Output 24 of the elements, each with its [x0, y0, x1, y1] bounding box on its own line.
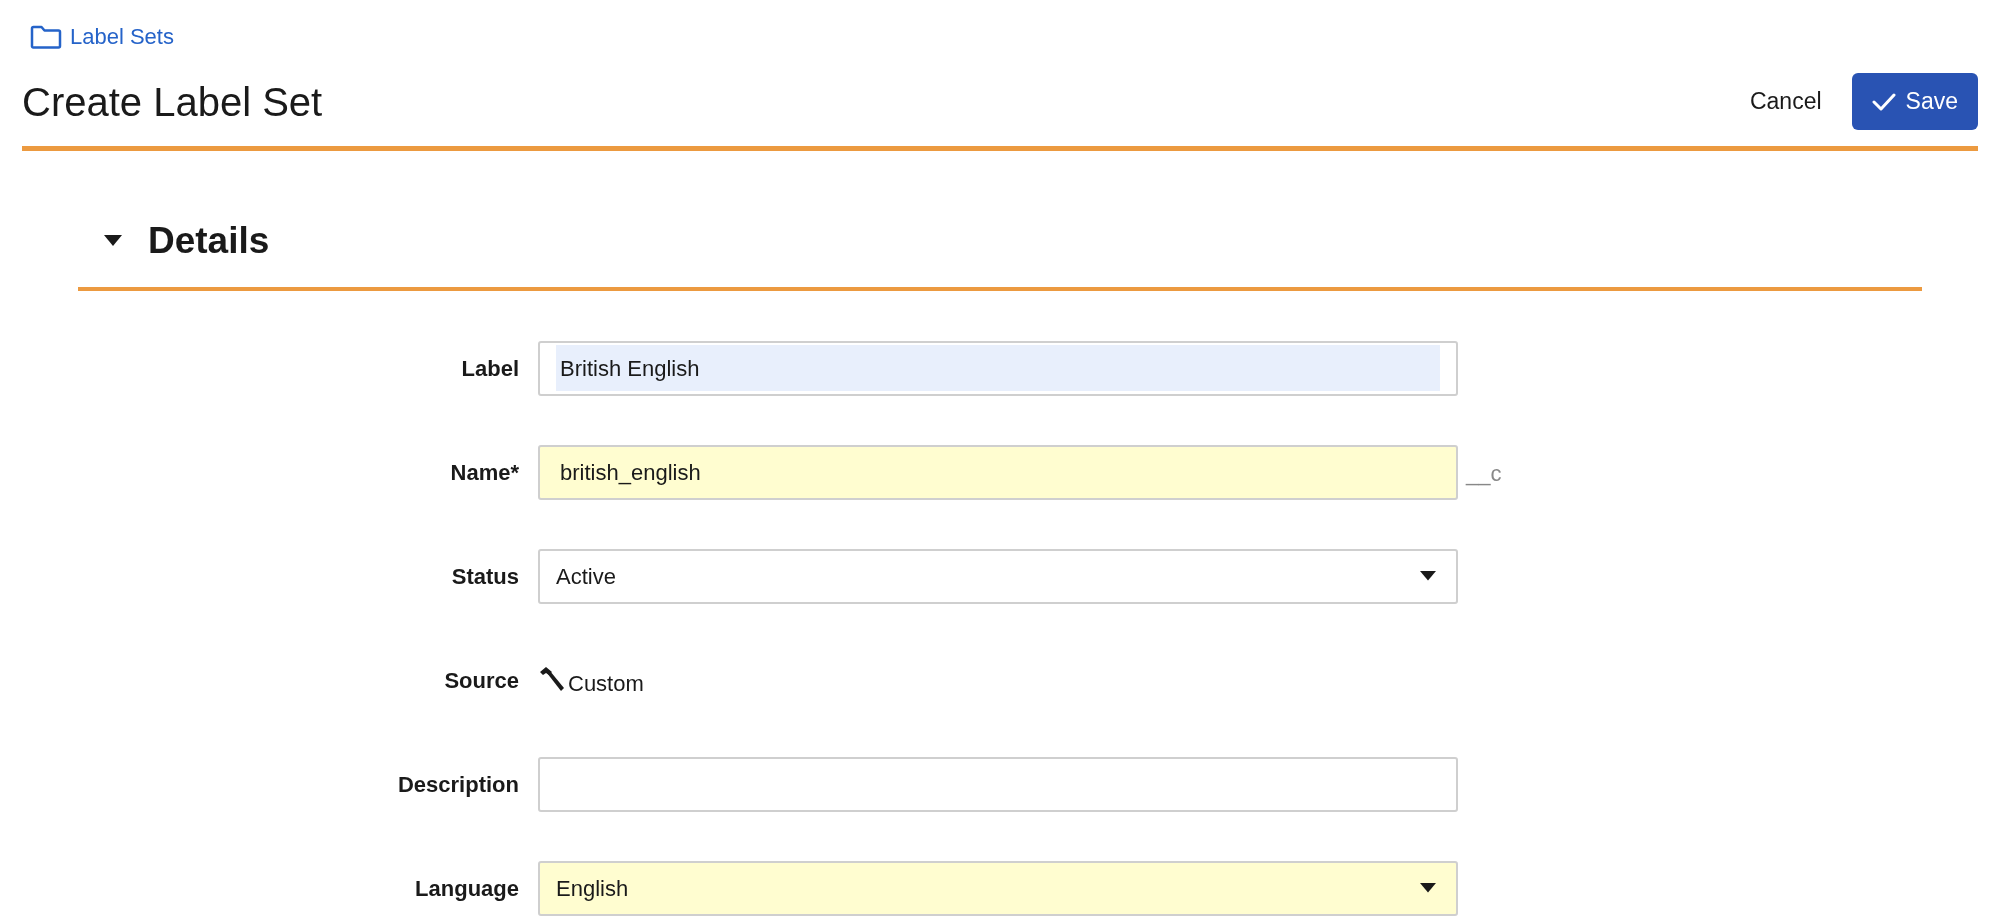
field-label: Description — [396, 770, 520, 799]
field-label: Language — [414, 874, 520, 903]
select-dropdown[interactable]: English — [538, 860, 1458, 916]
hammer-icon — [538, 666, 566, 694]
text-field[interactable]: British English — [538, 340, 1458, 396]
checkmark-icon — [1871, 91, 1896, 112]
select-dropdown[interactable]: Active — [538, 548, 1458, 604]
field-value: Custom — [568, 669, 644, 698]
breadcrumb-link[interactable]: Label Sets — [30, 20, 174, 53]
field-label: Label — [460, 354, 520, 383]
cancel-button[interactable]: Cancel — [1749, 84, 1822, 119]
caret-icon — [1420, 571, 1436, 581]
field-label: Source — [443, 666, 520, 695]
field-label: Status — [450, 562, 520, 591]
section-title: Details — [148, 219, 270, 263]
field-label: Name* — [449, 458, 520, 487]
caret-icon — [1420, 883, 1436, 893]
suffix-text: __c — [1466, 459, 1502, 488]
folder-icon — [30, 24, 62, 49]
save-button[interactable]: Save — [1851, 73, 1978, 130]
text-field[interactable]: british_english — [538, 444, 1458, 500]
page-title: Create Label Set — [22, 78, 323, 126]
text-field[interactable] — [538, 756, 1458, 812]
caret-icon — [104, 235, 122, 247]
